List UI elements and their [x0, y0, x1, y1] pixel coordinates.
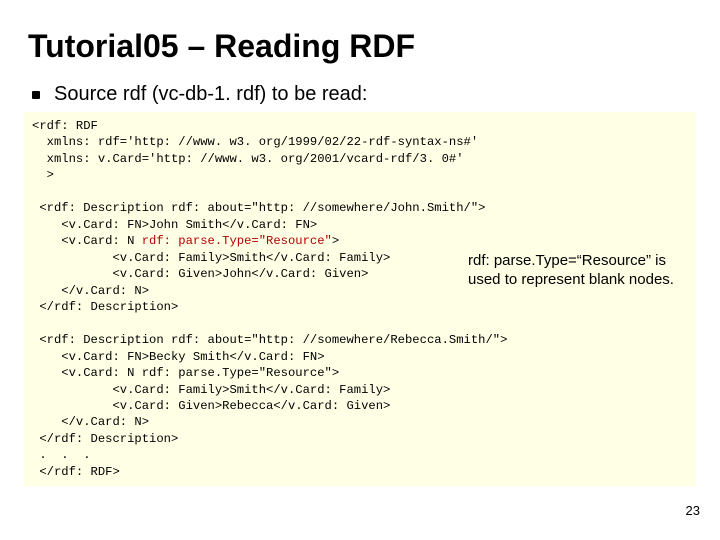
bullet-text: Source rdf (vc-db-1. rdf) to be read: — [54, 83, 367, 106]
code-line: <v.Card: FN>Becky Smith</v.Card: FN> — [32, 350, 325, 364]
code-line: </v.Card: N> — [32, 415, 149, 429]
code-line: xmlns: v.Card='http: //www. w3. org/2001… — [32, 152, 464, 166]
annotation-note: rdf: parse.Type=“Resource” is used to re… — [468, 252, 688, 290]
code-line: <v.Card: N rdf: parse.Type="Resource"> — [32, 366, 339, 380]
code-line: </v.Card: N> — [32, 284, 149, 298]
slide: Tutorial05 – Reading RDF Source rdf (vc-… — [0, 0, 720, 540]
code-line: <rdf: Description rdf: about="http: //so… — [32, 333, 507, 347]
slide-title: Tutorial05 – Reading RDF — [28, 28, 692, 65]
code-line: . . . — [32, 448, 91, 462]
code-line: <v.Card: FN>John Smith</v.Card: FN> — [32, 218, 317, 232]
code-block: <rdf: RDF xmlns: rdf='http: //www. w3. o… — [24, 112, 696, 486]
code-line: <v.Card: Family>Smith</v.Card: Family> — [32, 383, 390, 397]
bullet-icon — [32, 91, 40, 99]
bullet-row: Source rdf (vc-db-1. rdf) to be read: — [32, 83, 692, 106]
code-line: </rdf: Description> — [32, 432, 178, 446]
code-line: xmlns: rdf='http: //www. w3. org/1999/02… — [32, 135, 478, 149]
code-line: <rdf: Description rdf: about="http: //so… — [32, 201, 485, 215]
code-line: </rdf: RDF> — [32, 465, 120, 479]
code-line: <rdf: RDF — [32, 119, 98, 133]
code-line: <v.Card: N rdf: parse.Type="Resource"> — [32, 234, 339, 248]
code-line: </rdf: Description> — [32, 300, 178, 314]
code-line: <v.Card: Given>Rebecca</v.Card: Given> — [32, 399, 390, 413]
code-line: <v.Card: Given>John</v.Card: Given> — [32, 267, 368, 281]
code-highlight: rdf: parse.Type="Resource" — [142, 234, 332, 248]
code-line: > — [32, 168, 54, 182]
code-line: <v.Card: Family>Smith</v.Card: Family> — [32, 251, 390, 265]
page-number: 23 — [686, 503, 700, 518]
